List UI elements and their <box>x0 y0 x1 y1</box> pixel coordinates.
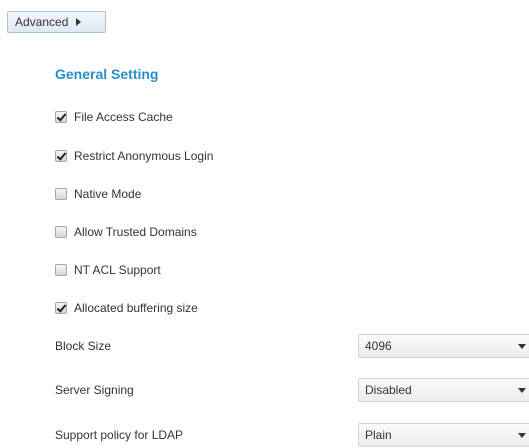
checkbox-label: Restrict Anonymous Login <box>74 149 214 163</box>
chevron-down-icon <box>518 344 526 349</box>
checkbox-native-mode[interactable]: Native Mode <box>55 186 141 202</box>
checkbox-checked-icon[interactable] <box>55 302 67 314</box>
checkbox-unchecked-icon[interactable] <box>55 226 67 238</box>
checkbox-allocated-buffering-size[interactable]: Allocated buffering size <box>55 300 198 316</box>
checkbox-file-access-cache[interactable]: File Access Cache <box>55 109 173 125</box>
checkbox-checked-icon[interactable] <box>55 150 67 162</box>
section-title: General Setting <box>55 66 159 82</box>
select-value: Disabled <box>365 383 412 397</box>
checkbox-unchecked-icon[interactable] <box>55 188 67 200</box>
checkbox-label: Allow Trusted Domains <box>74 225 197 239</box>
ldap-policy-select[interactable]: Plain <box>358 423 529 447</box>
caret-right-icon <box>76 18 82 26</box>
server-signing-label: Server Signing <box>55 383 134 397</box>
ldap-policy-label: Support policy for LDAP <box>55 428 184 442</box>
checkbox-restrict-anonymous-login[interactable]: Restrict Anonymous Login <box>55 148 213 164</box>
checkbox-nt-acl-support[interactable]: NT ACL Support <box>55 262 161 278</box>
checkbox-label: Allocated buffering size <box>74 301 198 315</box>
advanced-button[interactable]: Advanced <box>7 11 106 33</box>
checkbox-unchecked-icon[interactable] <box>55 264 67 276</box>
advanced-button-label: Advanced <box>15 15 69 29</box>
checkbox-label: Native Mode <box>74 187 142 201</box>
server-signing-select[interactable]: Disabled <box>358 378 529 402</box>
select-value: Plain <box>365 428 392 442</box>
checkbox-label: NT ACL Support <box>74 263 161 277</box>
checkbox-checked-icon[interactable] <box>55 111 67 123</box>
block-size-label: Block Size <box>55 339 112 353</box>
chevron-down-icon <box>518 388 526 393</box>
select-value: 4096 <box>365 339 392 353</box>
chevron-down-icon <box>518 433 526 438</box>
checkbox-allow-trusted-domains[interactable]: Allow Trusted Domains <box>55 224 197 240</box>
block-size-select[interactable]: 4096 <box>358 334 529 358</box>
checkbox-label: File Access Cache <box>74 110 173 124</box>
